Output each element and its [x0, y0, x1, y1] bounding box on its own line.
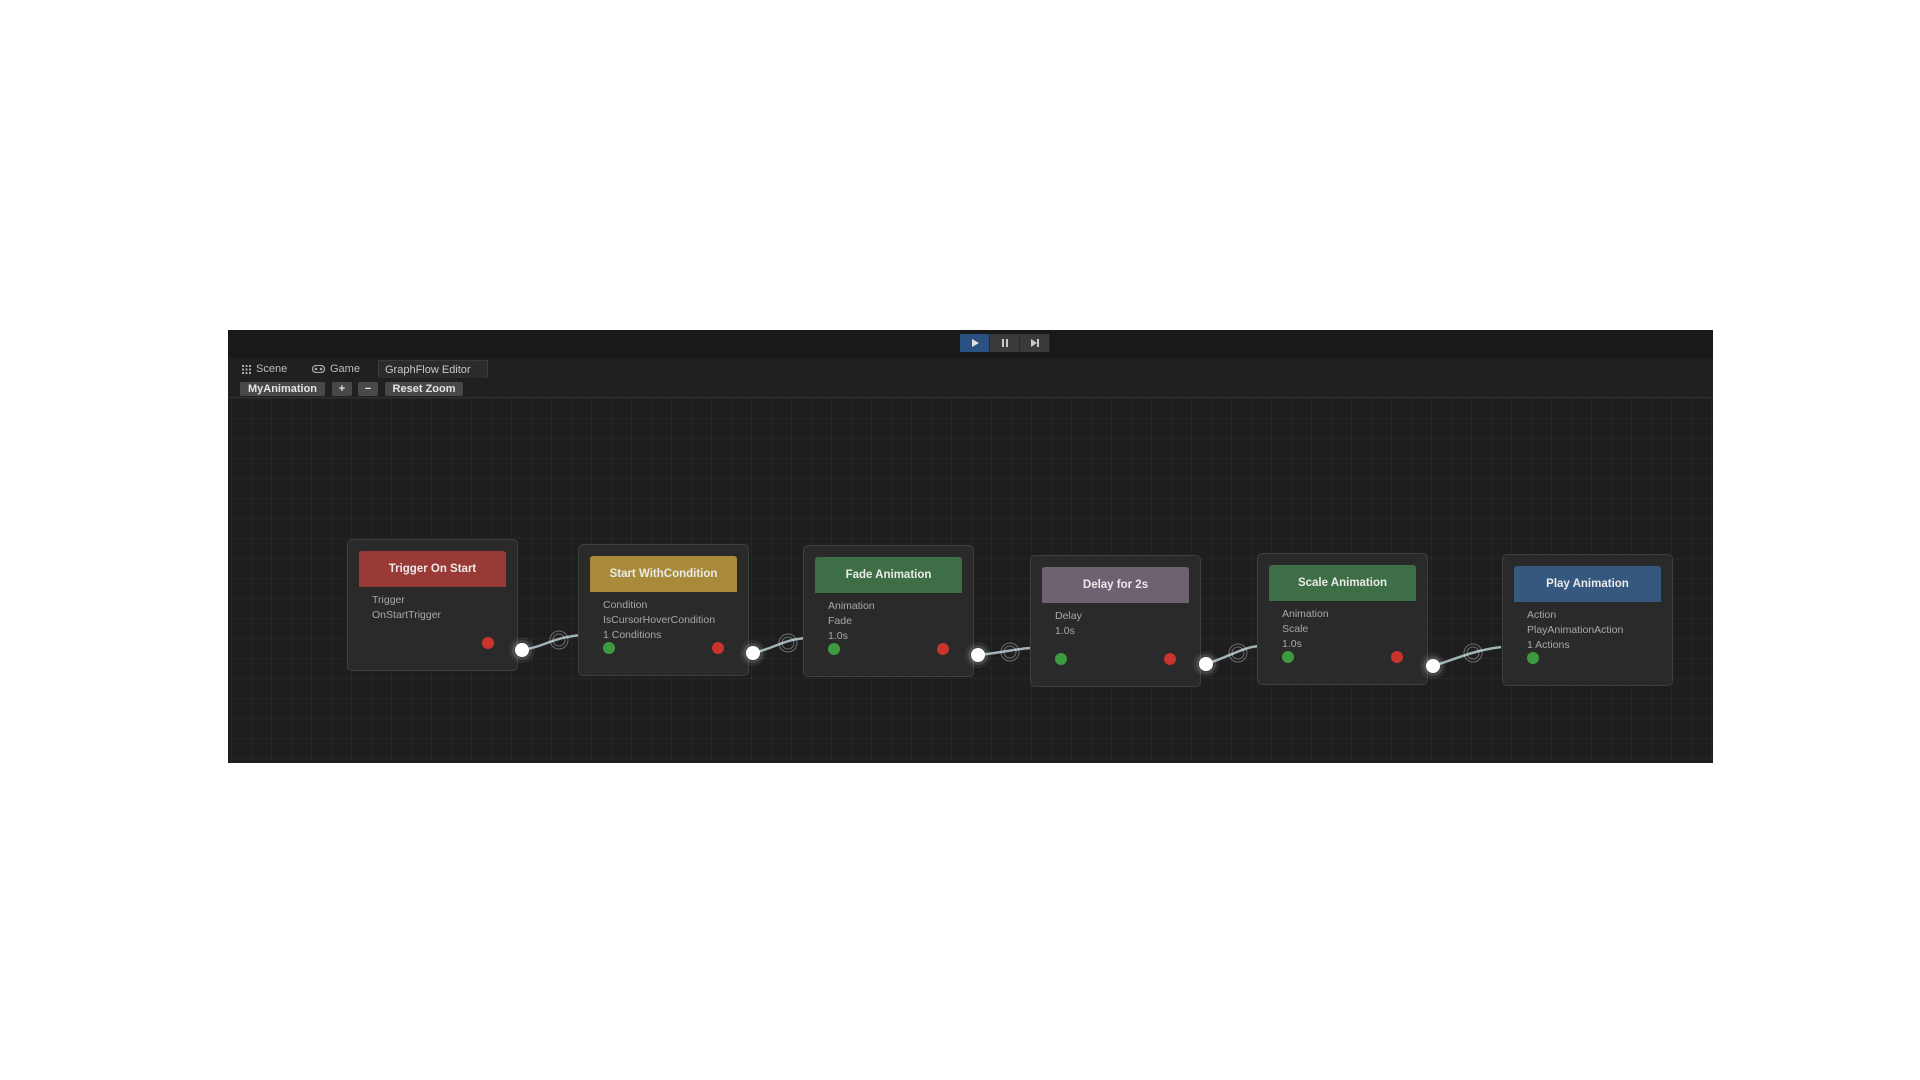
- node-count-label: 1 Conditions: [603, 629, 662, 641]
- node-class-label: OnStartTrigger: [372, 609, 442, 621]
- pause-icon: [1001, 339, 1008, 347]
- node-duration-label: 1.0s: [1055, 625, 1075, 637]
- output-port[interactable]: [937, 643, 949, 655]
- node-type-label: Delay: [1055, 610, 1082, 622]
- output-port[interactable]: [712, 642, 724, 654]
- graph-toolbar: MyAnimation + − Reset Zoom: [228, 378, 1713, 398]
- reset-zoom-button[interactable]: Reset Zoom: [385, 382, 463, 396]
- tab-scene[interactable]: Scene: [236, 360, 293, 378]
- add-node-button[interactable]: +: [332, 382, 352, 396]
- connection-handle[interactable]: [1199, 657, 1213, 671]
- node-body: Condition IsCursorHoverCondition 1 Condi…: [603, 598, 715, 643]
- tab-scene-label: Scene: [256, 363, 288, 375]
- node-body: Animation Fade 1.0s: [828, 599, 875, 644]
- input-port[interactable]: [1055, 653, 1067, 665]
- node-body: Animation Scale 1.0s: [1282, 607, 1329, 652]
- node-body: Delay 1.0s: [1055, 609, 1082, 639]
- input-port[interactable]: [828, 643, 840, 655]
- connection-handle[interactable]: [1426, 659, 1440, 673]
- node-header: Fade Animation: [815, 557, 962, 593]
- node-play-animation[interactable]: Play Animation Action PlayAnimationActio…: [1502, 554, 1673, 686]
- node-body: Action PlayAnimationAction 1 Actions: [1527, 608, 1623, 653]
- step-icon: [1030, 339, 1039, 347]
- node-fade-animation[interactable]: Fade Animation Animation Fade 1.0s: [803, 545, 974, 677]
- node-start-with-condition[interactable]: Start WithCondition Condition IsCursorHo…: [578, 544, 749, 676]
- node-delay-for-2s[interactable]: Delay for 2s Delay 1.0s: [1030, 555, 1201, 687]
- node-class-label: Fade: [828, 615, 852, 627]
- output-port[interactable]: [1164, 653, 1176, 665]
- connection-handle[interactable]: [971, 648, 985, 662]
- play-controls: [960, 334, 1050, 352]
- node-class-label: Scale: [1282, 623, 1309, 635]
- node-body: Trigger OnStartTrigger: [372, 593, 441, 623]
- node-type-label: Condition: [603, 599, 648, 611]
- play-icon: [971, 339, 979, 347]
- connection-handle[interactable]: [515, 643, 529, 657]
- node-trigger-on-start[interactable]: Trigger On Start Trigger OnStartTrigger: [347, 539, 518, 671]
- node-duration-label: 1.0s: [1282, 638, 1302, 650]
- node-scale-animation[interactable]: Scale Animation Animation Scale 1.0s: [1257, 553, 1428, 685]
- node-type-label: Animation: [1282, 608, 1329, 620]
- node-header: Start WithCondition: [590, 556, 737, 592]
- tab-graphflow-editor[interactable]: GraphFlow Editor: [378, 360, 488, 378]
- output-port[interactable]: [482, 637, 494, 649]
- graph-selector-button[interactable]: MyAnimation: [240, 382, 325, 396]
- pause-button[interactable]: [990, 334, 1020, 352]
- tab-game-label: Game: [330, 363, 360, 375]
- graph-canvas[interactable]: Trigger On Start Trigger OnStartTrigger …: [231, 398, 1713, 763]
- output-port[interactable]: [1391, 651, 1403, 663]
- tab-graphflow-editor-label: GraphFlow Editor: [385, 363, 471, 376]
- connection-edge[interactable]: [522, 633, 582, 652]
- node-header: Scale Animation: [1269, 565, 1416, 601]
- graphflow-editor-window: Scene Game GraphFlow Editor MyAnimation …: [228, 330, 1713, 763]
- node-count-label: 1 Actions: [1527, 639, 1570, 651]
- node-header: Delay for 2s: [1042, 567, 1189, 603]
- node-type-label: Animation: [828, 600, 875, 612]
- grid-icon: [242, 364, 251, 374]
- node-type-label: Action: [1527, 609, 1557, 621]
- input-port[interactable]: [1527, 652, 1539, 664]
- remove-node-button[interactable]: −: [358, 382, 378, 396]
- node-type-label: Trigger: [372, 594, 405, 606]
- node-duration-label: 1.0s: [828, 630, 848, 642]
- tab-game[interactable]: Game: [306, 360, 366, 378]
- node-class-label: PlayAnimationAction: [1527, 624, 1624, 636]
- step-button[interactable]: [1020, 334, 1050, 352]
- top-toolbar: [228, 330, 1713, 358]
- connection-handle[interactable]: [746, 646, 760, 660]
- node-header: Trigger On Start: [359, 551, 506, 587]
- node-header: Play Animation: [1514, 566, 1661, 602]
- input-port[interactable]: [603, 642, 615, 654]
- connection-edge[interactable]: [1432, 645, 1502, 668]
- gamepad-icon: [312, 365, 325, 373]
- node-class-label: IsCursorHoverCondition: [603, 614, 716, 626]
- play-button[interactable]: [960, 334, 990, 352]
- tab-bar: Scene Game GraphFlow Editor: [228, 358, 1713, 378]
- input-port[interactable]: [1282, 651, 1294, 663]
